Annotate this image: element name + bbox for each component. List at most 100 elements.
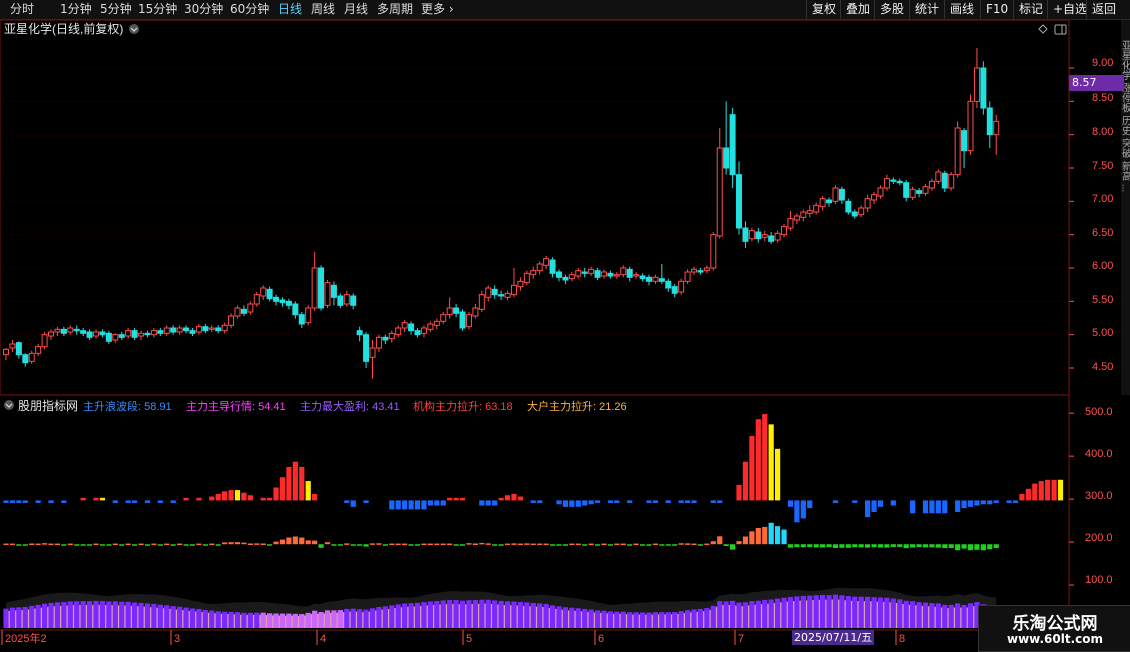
indicator-lower-bar bbox=[608, 611, 613, 628]
candle-up bbox=[235, 308, 240, 316]
indicator-menu-icon[interactable] bbox=[4, 400, 14, 410]
tab-5min[interactable]: 5分钟 bbox=[100, 2, 132, 17]
indicator-mid-bar bbox=[421, 544, 426, 546]
indicator-mid-bar bbox=[171, 544, 176, 546]
indicator-lower-bar bbox=[273, 613, 278, 628]
indicator-upper-bar bbox=[81, 498, 86, 501]
indicator-mid-bar bbox=[383, 544, 388, 546]
tab-60min[interactable]: 60分钟 bbox=[230, 2, 269, 17]
multi-stock-button[interactable]: 多股 bbox=[874, 0, 909, 19]
indicator-upper-bar bbox=[499, 498, 504, 501]
indicator-upper-bar bbox=[10, 500, 15, 503]
candle-up bbox=[29, 353, 34, 361]
indicator-upper-bar bbox=[736, 485, 741, 500]
mark-button[interactable]: 标记 bbox=[1013, 0, 1048, 19]
overlay-button[interactable]: 叠加 bbox=[840, 0, 875, 19]
indicator-mid-bar bbox=[807, 544, 812, 547]
statistics-button[interactable]: 统计 bbox=[909, 0, 944, 19]
indicator-upper-bar bbox=[248, 495, 253, 500]
indicator-lower-bar bbox=[389, 605, 394, 628]
indicator-mid-bar bbox=[376, 543, 381, 545]
indicator-lower-bar bbox=[839, 595, 844, 628]
indicator-upper-bar bbox=[505, 495, 510, 500]
indicator-axis: 500.0 400.0 300.0 200.0 100.0 bbox=[1085, 406, 1113, 586]
tab-minute-realtime[interactable]: 分时 bbox=[10, 2, 34, 17]
indicator-lower-bar bbox=[653, 612, 658, 628]
indicator-lower-bar bbox=[241, 613, 246, 628]
title-dropdown-icon[interactable] bbox=[129, 24, 139, 34]
indicator-mid-bar bbox=[306, 540, 311, 544]
chart-title: 亚星化学(日线,前复权) bbox=[4, 21, 123, 36]
legend-value: 43.41 bbox=[372, 401, 400, 413]
indicator-upper-bar bbox=[987, 500, 992, 504]
legend-label: 机构主力拉升: bbox=[413, 399, 482, 413]
indicator-lower-bar bbox=[196, 609, 201, 628]
candle-up bbox=[428, 324, 433, 329]
indicator-mid-bar bbox=[338, 544, 343, 546]
diamond-icon[interactable] bbox=[1039, 25, 1047, 33]
indicator-mid-bar bbox=[576, 544, 581, 546]
indicator-lower-bar bbox=[814, 595, 819, 628]
indicator-mid-bar bbox=[910, 544, 915, 547]
indicator-mid-bar bbox=[23, 544, 28, 546]
legend-label: 大户主力拉升: bbox=[527, 399, 596, 413]
tab-daily[interactable]: 日线 bbox=[278, 2, 302, 17]
indicator-mid-bar bbox=[974, 544, 979, 550]
indicator-upper-bar bbox=[608, 500, 613, 503]
indicator-legend-2: 主力主导行情: 54.41 bbox=[186, 400, 286, 413]
indicator-lower-bar bbox=[884, 598, 889, 628]
indicator-upper-bar bbox=[486, 500, 491, 505]
tab-more[interactable]: 更多 › bbox=[421, 2, 454, 17]
indicator-mid-bar bbox=[724, 544, 729, 546]
indicator-lower-bar bbox=[955, 603, 960, 628]
indicator-lower-bar bbox=[299, 614, 304, 628]
indicator-upper-bar bbox=[228, 490, 233, 500]
indicator-upper-bar bbox=[775, 449, 780, 501]
tab-15min[interactable]: 15分钟 bbox=[138, 2, 177, 17]
indicator-lower-bar bbox=[936, 603, 941, 628]
indicator-lower-bar bbox=[434, 601, 439, 628]
indicator-mid-bar bbox=[820, 544, 825, 547]
indicator-lower-bar bbox=[595, 610, 600, 628]
restore-rights-button[interactable]: 复权 bbox=[806, 0, 841, 19]
indicator-mid-bar bbox=[10, 544, 15, 546]
indicator-upper-bar bbox=[23, 500, 28, 503]
indicator-mid-bar bbox=[441, 544, 446, 546]
indicator-mid-bar bbox=[299, 538, 304, 545]
indicator-mid-bar bbox=[473, 544, 478, 546]
indicator-lower-bar bbox=[126, 602, 131, 628]
candle-up bbox=[936, 172, 941, 181]
main-chart-frame bbox=[0, 20, 1069, 395]
candle-down bbox=[608, 273, 613, 276]
back-button[interactable]: 返回 bbox=[1086, 0, 1121, 19]
candle-up bbox=[717, 148, 722, 236]
indicator-mid-bar bbox=[949, 544, 954, 548]
candle-up bbox=[68, 328, 73, 332]
indicator-mid-bar bbox=[994, 544, 999, 548]
indicator-upper-bar bbox=[679, 500, 684, 503]
indicator-lower-bar bbox=[460, 601, 465, 628]
draw-line-button[interactable]: 画线 bbox=[944, 0, 979, 19]
candle-up bbox=[370, 348, 375, 357]
indicator-mid-bar bbox=[614, 544, 619, 546]
indicator-upper-bar bbox=[511, 494, 516, 500]
candle-down bbox=[942, 173, 947, 188]
legend-value: 21.26 bbox=[599, 401, 627, 413]
candle-up bbox=[589, 269, 594, 273]
panel-toggle-icon[interactable] bbox=[1055, 25, 1066, 34]
candle-up bbox=[518, 281, 523, 286]
indicator-lower-bar bbox=[576, 608, 581, 628]
tab-multi-period[interactable]: 多周期 bbox=[377, 2, 413, 17]
indicator-mid-bar bbox=[518, 544, 523, 546]
indicator-mid-bar bbox=[544, 544, 549, 546]
f10-button[interactable]: F10 bbox=[980, 0, 1013, 19]
kline-chart[interactable]: 亚星化学(日线,前复权) 9.00 8.50 8.00 7.50 7.00 6.… bbox=[0, 20, 1130, 650]
indicator-mid-bar bbox=[833, 544, 838, 548]
price-tick: 8.50 bbox=[1092, 92, 1113, 104]
tab-weekly[interactable]: 周线 bbox=[311, 2, 335, 17]
tab-1min[interactable]: 1分钟 bbox=[60, 2, 92, 17]
tab-monthly[interactable]: 月线 bbox=[344, 2, 368, 17]
price-tick: 7.00 bbox=[1092, 193, 1113, 205]
tab-30min[interactable]: 30分钟 bbox=[184, 2, 223, 17]
indicator-mid-bar bbox=[145, 544, 150, 546]
